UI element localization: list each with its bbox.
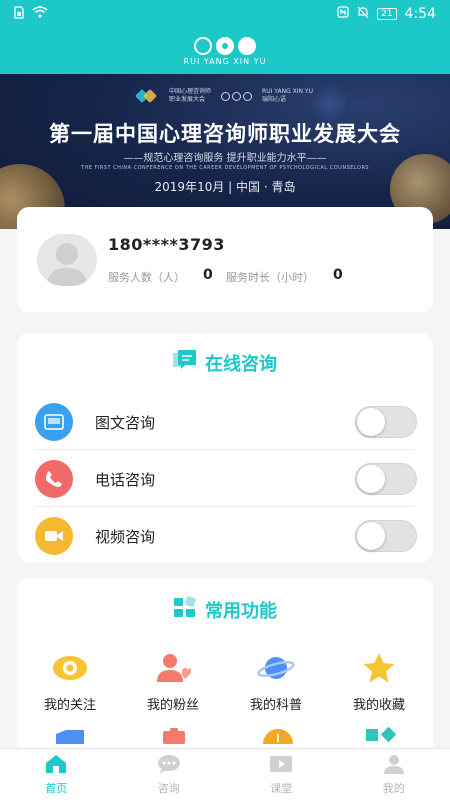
banner-logo-left-line2: 职业发展大会 [169,96,206,103]
tab-consult[interactable]: 咨询 [113,749,226,800]
function-my-follows[interactable]: 我的关注 [20,648,120,713]
sim-icon [14,5,24,23]
wifi-icon [32,6,48,22]
consult-row-phone[interactable]: 电话咨询 [35,454,417,504]
function-label: 我的收藏 [352,698,405,713]
function-my-favorites[interactable]: 我的收藏 [329,648,429,713]
bottom-tab-bar: 首页 咨询 课堂 我的 [0,748,450,800]
tab-label: 课堂 [270,781,293,795]
app-header: RUI YANG XIN YU [0,28,450,74]
consult-row-video[interactable]: 视频咨询 [35,511,417,561]
consult-row-image-text[interactable]: 图文咨询 [35,397,417,447]
consult-row-label: 视频咨询 [95,527,156,546]
image-text-icon [35,403,73,441]
common-functions-title: 常用功能 [17,596,433,623]
planet-icon [256,648,296,688]
status-time: 4:54 [404,6,436,22]
banner-english-title: THE FIRST CHINA CONFERENCE ON THE CAREER… [80,165,370,171]
video-consult-toggle[interactable] [355,520,417,552]
banner-logo-right-line2: 瑞阳心语 [262,96,287,103]
home-icon [44,754,68,777]
nfc-icon [337,6,349,22]
shapes-icon [365,726,399,744]
phone-consult-toggle[interactable] [355,463,417,495]
app-logo-text: RUI YANG XIN YU [183,56,267,66]
fans-icon [153,648,193,688]
tab-label: 首页 [45,781,68,795]
service-duration-label: 服务时长（小时） [226,271,314,284]
default-avatar-icon [47,243,87,286]
status-bar: 21 4:54 [0,0,450,28]
avatar[interactable] [37,234,97,286]
battery-icon: 21 [377,8,397,20]
phone-icon [35,460,73,498]
banner-logos: 中国心理咨询师 职业发展大会 RUI YANG XIN YU 瑞阳心语 [0,88,450,104]
online-consult-title: 在线咨询 [17,349,433,376]
folder-icon [54,728,86,744]
banner-subtitle: ——规范心理咨询服务 提升职业能力水平—— [123,153,327,164]
function-label: 我的科普 [249,698,302,713]
service-duration-value: 0 [333,267,343,283]
classroom-icon [269,754,293,777]
image-text-consult-toggle[interactable] [355,406,417,438]
video-icon [35,517,73,555]
online-consult-card: 在线咨询 图文咨询 电话咨询 视频咨询 [17,333,433,562]
tab-classroom[interactable]: 课堂 [225,749,338,800]
divider [35,506,415,507]
app-logo [194,36,256,55]
tab-home[interactable]: 首页 [0,749,113,800]
tab-label: 咨询 [157,781,180,795]
tab-label: 我的 [382,781,405,795]
function-my-science[interactable]: 我的科普 [226,648,326,713]
section-title-text: 在线咨询 [205,353,277,375]
function-label: 我的关注 [43,698,96,713]
consult-row-label: 电话咨询 [95,470,156,489]
consult-icon [173,349,197,376]
served-count-value: 0 [203,267,213,283]
divider [35,449,415,450]
user-phone: 180****3793 [108,235,225,254]
banner-logo-left-line1: 中国心理咨询师 [169,88,212,96]
star-icon [359,648,399,688]
profile-card[interactable]: 180****3793 服务人数（人） 0 服务时长（小时） 0 [17,207,433,312]
profile-icon [383,754,405,777]
brand-logo-icon [221,91,253,101]
served-count-label: 服务人数（人） [108,271,185,284]
banner-date-location: 2019年10月 | 中国 · 青岛 [154,180,296,194]
banner-logo-right-line1: RUI YANG XIN YU [262,88,313,96]
grid-icon [173,596,197,623]
function-my-fans[interactable]: 我的粉丝 [123,648,223,713]
function-label: 我的粉丝 [146,698,199,713]
mute-icon [357,6,369,23]
conference-banner[interactable]: 中国心理咨询师 职业发展大会 RUI YANG XIN YU 瑞阳心语 第一届中… [0,74,450,229]
clipboard-icon [160,728,188,744]
tab-profile[interactable]: 我的 [338,749,450,800]
clock-icon [262,728,294,759]
banner-title: 第一届中国心理咨询师职业发展大会 [49,122,401,146]
conference-logo-icon [134,88,159,104]
common-functions-card: 常用功能 我的关注 我的粉丝 我的科普 我的收藏 [17,578,433,759]
section-title-text: 常用功能 [205,600,277,622]
consult-row-label: 图文咨询 [95,413,156,432]
eye-icon [50,648,90,688]
chat-icon [157,754,181,777]
